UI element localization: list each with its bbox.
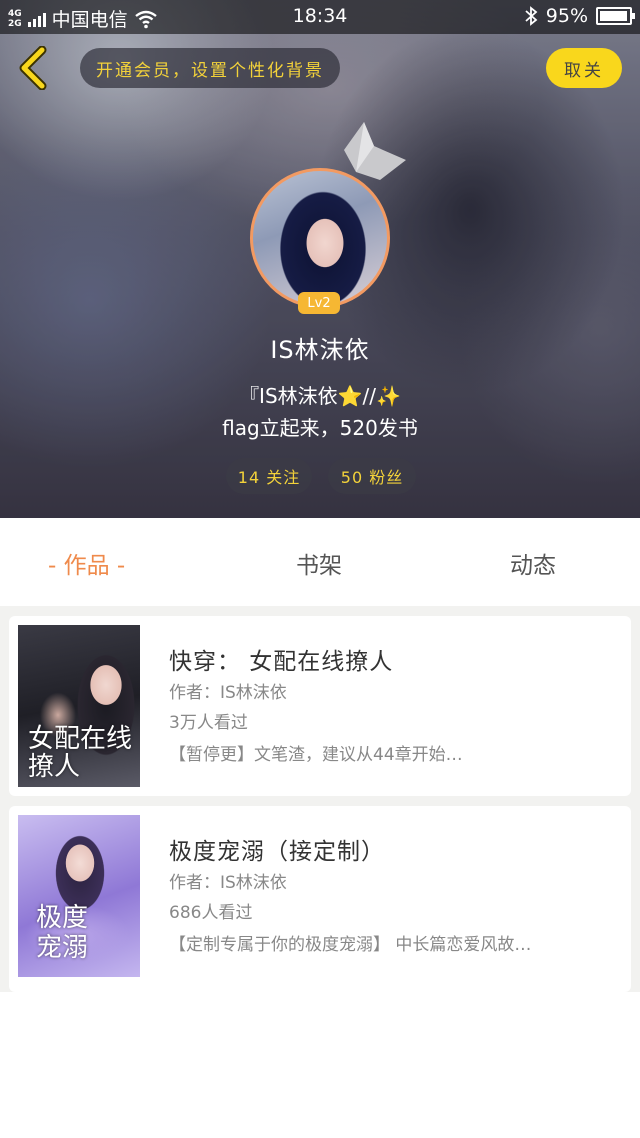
works-list: 女配在线撩人 快穿： 女配在线撩人 作者：IS林沫依 3万人看过 【暂停更】文笔… [0,606,640,992]
battery-percent: 95% [545,5,588,27]
back-button[interactable] [14,45,54,91]
bio-line-2: flag立起来，520发书 [222,416,418,440]
book-author: 作者：IS林沫依 [169,683,287,703]
book-cover[interactable]: 女配在线撩人 [18,625,140,787]
book-cover-title: 极度宠溺 [36,903,89,963]
vip-background-prompt[interactable]: 开通会员，设置个性化背景 [80,48,340,88]
level-badge: Lv2 [298,292,340,314]
tab-activity[interactable]: 动态 [510,546,556,580]
book-cover[interactable]: 极度宠溺 [18,815,140,977]
battery-level-fill [600,11,627,21]
book-card[interactable]: 女配在线撩人 快穿： 女配在线撩人 作者：IS林沫依 3万人看过 【暂停更】文笔… [9,616,631,796]
book-description: 【定制专属于你的极度宠溺】 中长篇恋爱风故… [169,935,532,955]
book-read-count: 686人看过 [169,903,253,923]
book-cover-title: 女配在线撩人 [28,724,133,782]
following-count-button[interactable]: 14 关注 [226,458,312,494]
avatar[interactable] [250,168,390,308]
book-title[interactable]: 极度宠溺（接定制） [169,832,385,866]
book-description: 【暂停更】文笔渣，建议从44章开始… [169,745,463,765]
bluetooth-icon [525,6,538,26]
battery-icon [596,7,635,25]
profile-tabs: - 作品 - 书架 动态 [0,518,640,606]
book-card[interactable]: 极度宠溺 极度宠溺（接定制） 作者：IS林沫依 686人看过 【定制专属于你的极… [9,806,631,992]
status-right: 95% [524,5,635,27]
tab-works[interactable]: - 作品 - [48,546,125,580]
bio-line-1: 『IS林沫依⭐//✨ [239,384,401,408]
book-author: 作者：IS林沫依 [169,873,287,893]
username: IS林沫依 [270,336,370,364]
book-read-count: 3万人看过 [169,713,248,733]
profile-header: 4G 2G 中国电信 18:34 95% 开通会员，设置个性化背景 取关 Lv2… [0,0,640,518]
unfollow-button[interactable]: 取关 [546,48,622,88]
chevron-left-icon [19,45,47,91]
book-title[interactable]: 快穿： 女配在线撩人 [169,642,393,676]
status-bar: 4G 2G 中国电信 18:34 95% [0,0,640,34]
fans-count-button[interactable]: 50 粉丝 [328,458,416,494]
tab-bookshelf[interactable]: 书架 [296,546,342,580]
